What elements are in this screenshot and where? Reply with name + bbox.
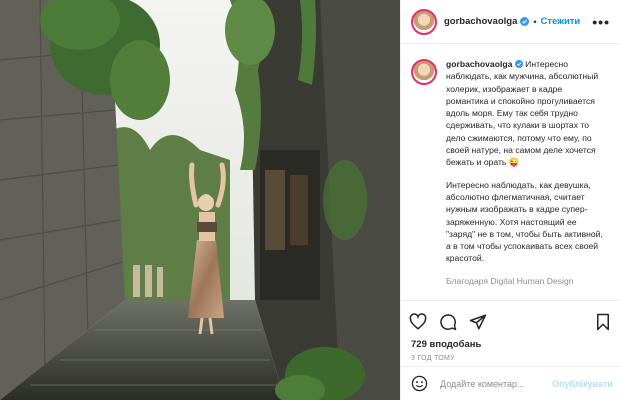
comment-input[interactable] [438, 377, 552, 390]
verified-badge-icon [520, 17, 530, 26]
more-options-icon[interactable]: ••• [592, 14, 610, 30]
add-comment-bar: Опублікувати [401, 366, 620, 400]
post-header: gorbachovaolga • Стежити ••• [401, 0, 620, 44]
post-timestamp[interactable]: 3 ГОД ТОМУ [401, 350, 620, 362]
caption-row: gorbachovaolga Интересно наблюдать, как … [411, 58, 610, 297]
caption-paragraph-2: Интересно наблюдать, как девушка, абсолю… [446, 179, 606, 264]
caption-avatar[interactable] [411, 59, 437, 85]
avatar[interactable] [411, 8, 437, 35]
caption-verified-icon [514, 60, 523, 68]
caption-text: gorbachovaolga Интересно наблюдать, как … [446, 58, 606, 297]
heart-icon[interactable] [409, 313, 427, 331]
username-link[interactable]: gorbachovaolga [444, 16, 517, 27]
bookmark-icon[interactable] [594, 313, 612, 331]
action-icons [401, 301, 620, 335]
share-icon[interactable] [469, 313, 487, 331]
emoji-icon[interactable] [411, 375, 428, 392]
caption-paragraph-3: Благодаря Digital Human Design [446, 275, 574, 286]
follow-button[interactable]: Стежити [541, 16, 581, 27]
post-sidebar: gorbachovaolga • Стежити ••• gorbachovao… [400, 0, 620, 400]
caption-area: gorbachovaolga Интересно наблюдать, как … [401, 44, 620, 300]
separator-dot: • [533, 16, 537, 27]
likes-count[interactable]: 729 вподобань [401, 335, 620, 350]
post-comment-button[interactable]: Опублікувати [552, 379, 613, 389]
action-bar: 729 вподобань 3 ГОД ТОМУ Опублікувати [401, 300, 620, 400]
caption-username[interactable]: gorbachovaolga [446, 59, 512, 69]
post-photo[interactable] [0, 0, 400, 400]
alley-photo-illustration [0, 0, 400, 400]
instagram-post-modal: gorbachovaolga • Стежити ••• gorbachovao… [0, 0, 620, 400]
comment-icon[interactable] [439, 313, 457, 331]
caption-paragraph-1: Интересно наблюдать, как мужчина, абсолю… [446, 59, 601, 168]
